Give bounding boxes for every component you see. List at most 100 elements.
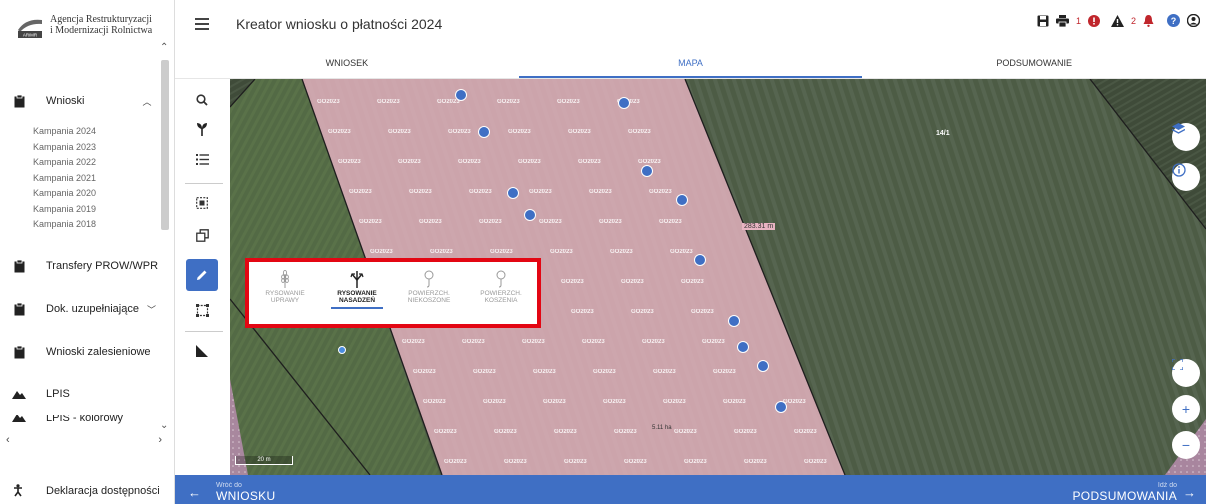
clipboard-icon [12,94,26,108]
campaign-item[interactable]: Kampania 2020 [33,186,96,202]
page-title: Kreator wniosku o płatności 2024 [236,16,443,32]
save-icon[interactable] [1037,15,1049,27]
campaign-list: Kampania 2024 Kampania 2023 Kampania 202… [33,124,96,233]
sidebar-item-label: Deklaracja dostępności [46,484,160,497]
overlay-label: GO2023 [804,459,827,465]
overlay-label: GO2023 [359,219,382,225]
draw-planting-option[interactable]: RYSOWANIE NASADZEŃ [321,262,393,324]
help-icon[interactable]: ? [1167,14,1180,27]
back-small-label: Wróć do [216,482,242,489]
campaign-item[interactable]: Kampania 2024 [33,124,96,140]
overlay-label: GO2023 [794,429,817,435]
overlay-label: GO2023 [614,429,637,435]
warning-count: 2 [1130,15,1136,26]
campaign-item[interactable]: Kampania 2018 [33,217,96,233]
location-pin[interactable] [728,315,740,327]
select-area-icon[interactable] [186,187,218,219]
overlay-label: GO2023 [543,399,566,405]
sidebar-item-label: Transfery PROW/WPR [46,260,159,272]
tab-wniosek[interactable]: WNIOSEK [175,52,519,78]
go-to-podsumowanie-button[interactable]: Idź do PODSUMOWANIA → [1073,482,1197,503]
measure-icon[interactable] [186,335,218,367]
warning-icon[interactable] [1110,14,1124,27]
location-pin[interactable] [641,165,653,177]
sidebar-scrollbar[interactable]: ⌃ ⌄ [160,42,170,432]
location-pin[interactable] [524,209,536,221]
location-pin[interactable] [507,187,519,199]
arimr-logo[interactable]: ARiMR Agencja Restrukturyzacji i Moderni… [16,14,152,40]
campaign-item[interactable]: Kampania 2023 [33,140,96,156]
copy-icon[interactable] [186,219,218,251]
campaign-item[interactable]: Kampania 2019 [33,202,96,218]
back-to-wniosek-button[interactable]: ← Wróć do WNIOSKU [188,482,275,503]
location-pin[interactable] [737,341,749,353]
fullscreen-button[interactable] [1172,359,1200,387]
user-icon[interactable] [1187,14,1200,27]
location-pin[interactable] [455,89,467,101]
overlay-label: GO2023 [377,99,400,105]
sidebar-item-deklaracja[interactable]: Deklaracja dostępności [12,484,160,497]
draw-mowing-area-option[interactable]: POWIERZCH. KOSZENIA [465,262,537,324]
overlay-label: GO2023 [691,309,714,315]
draw-rectangle-icon[interactable] [186,294,218,326]
bell-icon[interactable] [1143,14,1154,27]
overlay-label: GO2023 [554,429,577,435]
zoom-out-button[interactable]: − [1172,431,1200,459]
sidebar-item-wnioski-zalesieniowe[interactable]: Wnioski zalesieniowe [12,345,151,359]
scroll-left-icon[interactable]: ‹ [6,434,10,446]
back-big-label: WNIOSKU [216,489,276,503]
zoom-in-button[interactable]: + [1172,395,1200,423]
overlay-label: GO2023 [557,99,580,105]
area-label: 5.11 ha [652,425,672,431]
location-pin[interactable] [618,97,630,109]
sidebar-hscrollbar[interactable]: ‹ › [6,434,166,446]
location-pin[interactable] [676,194,688,206]
sidebar-item-wnioski[interactable]: Wnioski ︿ [12,94,152,108]
info-button[interactable] [1172,163,1200,191]
location-pin[interactable] [694,254,706,266]
layers-button[interactable] [1172,123,1200,151]
tab-mapa[interactable]: MAPA [518,52,863,78]
sidebar-item-label: LPIS - kolorowy [46,415,124,424]
campaign-item[interactable]: Kampania 2022 [33,155,96,171]
overlay-label: GO2023 [723,399,746,405]
sidebar-scroll-thumb[interactable] [161,60,169,230]
selected-point[interactable] [338,346,346,354]
overlay-label: GO2023 [483,399,506,405]
sidebar-item-lpis[interactable]: LPIS [12,387,70,401]
overlay-label: GO2023 [734,429,757,435]
svg-text:?: ? [1171,16,1177,26]
search-icon[interactable] [186,84,218,116]
overlay-label: GO2023 [603,399,626,405]
sidebar-item-label: Dok. uzupełniające [46,303,139,315]
sprout-icon[interactable] [186,113,218,145]
chevron-up-icon[interactable]: ︿ [143,95,152,108]
print-icon[interactable] [1055,14,1069,27]
draw-unmowed-area-option[interactable]: POWIERZCH. NIEKOSZONE [393,262,465,324]
sidebar-item-dok-uzupelniajace[interactable]: Dok. uzupełniające ﹀ [12,302,156,316]
wheat-icon [280,268,290,290]
error-icon[interactable] [1087,14,1100,27]
overlay-label: GO2023 [430,249,453,255]
overlay-label: GO2023 [649,189,672,195]
location-pin[interactable] [775,401,787,413]
draw-crop-option[interactable]: RYSOWANIE UPRAWY [249,262,321,324]
campaign-item[interactable]: Kampania 2021 [33,171,96,187]
menu-icon[interactable] [195,18,209,30]
option-label-1: RYSOWANIE [337,290,377,297]
location-pin[interactable] [478,126,490,138]
overlay-label: GO2023 [571,309,594,315]
overlay-label: GO2023 [317,99,340,105]
location-pin[interactable] [757,360,769,372]
scroll-down-icon[interactable]: ⌄ [160,420,168,431]
edit-icon[interactable] [186,259,218,291]
scroll-right-icon[interactable]: › [158,434,162,446]
list-icon[interactable] [186,143,218,175]
sidebar-item-lpis-kolorowy[interactable]: LPIS - kolorowy [12,415,123,424]
tab-podsumowanie[interactable]: PODSUMOWANIE [862,52,1206,78]
chevron-down-icon[interactable]: ﹀ [147,303,156,316]
error-count: 1 [1075,15,1081,26]
scroll-up-icon[interactable]: ⌃ [160,42,168,53]
option-label-2: NIEKOSZONE [407,297,451,304]
sidebar-item-transfery[interactable]: Transfery PROW/WPR [12,259,158,273]
